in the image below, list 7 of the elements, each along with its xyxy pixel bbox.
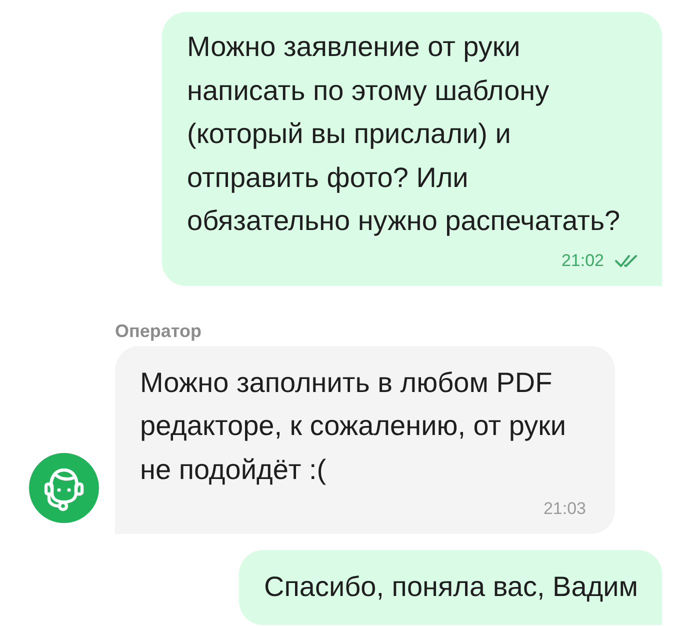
message-text: Спасибо, поняла вас, Вадим	[264, 570, 638, 604]
support-agent-icon	[29, 453, 99, 523]
message-time: 21:02	[561, 250, 604, 270]
message-text: Можно заполнить в любом PDF редакторе, к сожалению, от руки не подойдёт :(	[140, 366, 567, 487]
message-text: Можно заявление от руки написать по этому шаблону (который вы прислали) и отправить фото? Или обязательно нужно распечатать?	[187, 30, 622, 238]
message-time: 21:03	[543, 499, 586, 519]
sender-name: Оператор	[115, 320, 202, 340]
